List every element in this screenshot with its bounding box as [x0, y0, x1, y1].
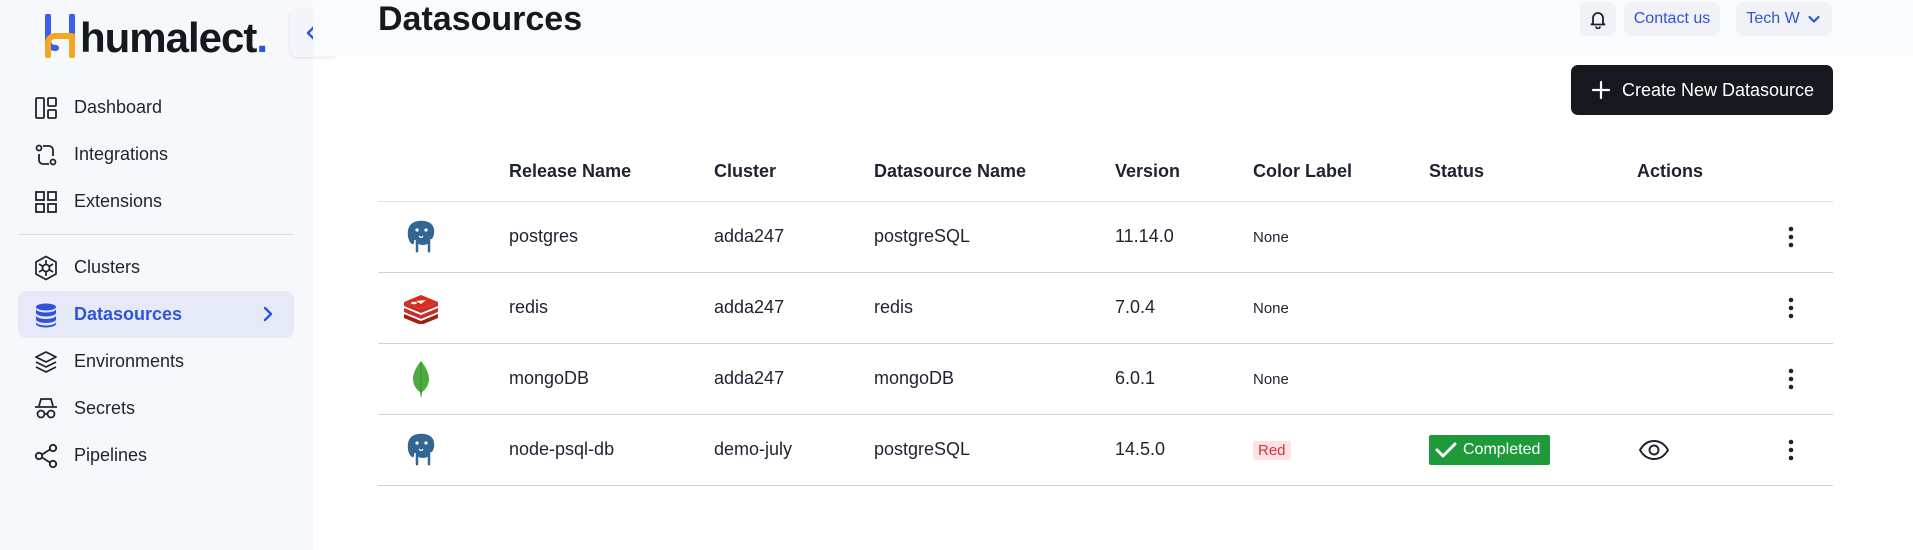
release-name: mongoDB [509, 368, 590, 388]
cluster-name: demo-july [714, 439, 793, 459]
status-text: Completed [1463, 441, 1541, 458]
sidebar-item-secrets[interactable]: Secrets [18, 385, 294, 432]
release-name: postgres [509, 226, 579, 246]
release-name: node-psql-db [509, 439, 615, 459]
sidebar-item-label: Dashboard [74, 97, 163, 117]
integrations-icon [33, 142, 59, 168]
postgres-logo-icon [402, 218, 440, 256]
checkmark-icon [1435, 442, 1457, 458]
sidebar-item-label: Datasources [74, 304, 183, 324]
create-datasource-button[interactable]: Create New Datasource [1571, 65, 1833, 115]
column-header-color-label[interactable]: Color Label [1253, 161, 1352, 182]
kebab-menu-icon [1788, 297, 1794, 319]
sidebar-item-label: Pipelines [74, 445, 148, 465]
version: 11.14.0 [1115, 226, 1174, 246]
column-header-datasource-name[interactable]: Datasource Name [874, 161, 1026, 182]
user-menu-button[interactable]: Tech W [1736, 2, 1832, 36]
cluster-name: adda247 [714, 297, 785, 317]
plus-icon [1591, 80, 1611, 100]
sidebar-item-label: Clusters [74, 257, 141, 277]
color-label: None [1253, 229, 1289, 246]
sidebar: humalect. Dashboard Integrations Extensi… [0, 0, 313, 550]
spy-icon [33, 396, 59, 422]
datasource-name: mongoDB [874, 368, 955, 388]
bell-icon [1590, 12, 1606, 29]
kebab-menu-icon [1788, 368, 1794, 390]
dashboard-icon [33, 95, 59, 121]
contact-us-button[interactable]: Contact us [1624, 2, 1720, 36]
version: 7.0.4 [1115, 297, 1156, 317]
version: 6.0.1 [1115, 368, 1156, 388]
sidebar-item-datasources[interactable]: Datasources [18, 291, 294, 338]
datasource-name: postgreSQL [874, 226, 971, 246]
column-header-release-name[interactable]: Release Name [509, 161, 631, 182]
sidebar-item-environments[interactable]: Environments [18, 338, 294, 385]
view-button[interactable] [1637, 437, 1671, 463]
table-row[interactable]: redis adda247 redis 7.0.4 None [378, 273, 1833, 344]
sidebar-item-label: Environments [74, 351, 185, 371]
share-icon [33, 443, 59, 469]
release-name: redis [509, 297, 549, 317]
cluster-name: adda247 [714, 226, 785, 246]
sidebar-item-clusters[interactable]: Clusters [18, 244, 294, 291]
datasources-table: Release Name Cluster Datasource Name Ver… [378, 143, 1833, 486]
user-name: Tech W [1746, 10, 1800, 27]
version: 14.5.0 [1115, 439, 1166, 459]
humalect-logo-icon [45, 14, 75, 58]
layers-icon [33, 349, 59, 375]
column-header-version[interactable]: Version [1115, 161, 1180, 182]
table-row[interactable]: node-psql-db demo-july postgreSQL 14.5.0… [378, 415, 1833, 486]
sidebar-item-label: Extensions [74, 191, 163, 211]
notifications-button[interactable] [1580, 2, 1616, 36]
column-header-cluster[interactable]: Cluster [714, 161, 776, 182]
brand-name: humalect [80, 14, 257, 61]
color-label: None [1253, 371, 1289, 388]
color-label: Red [1253, 441, 1291, 460]
mongodb-logo-icon [402, 360, 440, 398]
chevron-right-icon [258, 304, 278, 329]
column-header-actions: Actions [1637, 161, 1704, 181]
sidebar-item-label: Integrations [74, 144, 169, 164]
sidebar-nav: Dashboard Integrations Extensions Cluste… [18, 84, 294, 479]
row-menu-button[interactable] [1778, 364, 1804, 394]
color-label: None [1253, 300, 1289, 317]
status-badge: Completed [1429, 435, 1551, 465]
brand-logo[interactable]: humalect. [44, 12, 268, 61]
row-menu-button[interactable] [1778, 222, 1804, 252]
clusters-icon [33, 255, 59, 281]
sidebar-item-extensions[interactable]: Extensions [18, 178, 294, 225]
redis-logo-icon [402, 289, 440, 327]
page-title: Datasources [378, 0, 583, 38]
row-menu-button[interactable] [1778, 435, 1804, 465]
color-label-badge: Red [1253, 441, 1291, 460]
datasource-name: redis [874, 297, 914, 317]
sidebar-item-dashboard[interactable]: Dashboard [18, 84, 294, 131]
column-header-status[interactable]: Status [1429, 161, 1484, 182]
postgres-logo-icon [402, 431, 440, 469]
cluster-name: adda247 [714, 368, 785, 388]
database-icon [33, 302, 59, 328]
row-menu-button[interactable] [1778, 293, 1804, 323]
extensions-icon [33, 189, 59, 215]
datasource-name: postgreSQL [874, 439, 971, 459]
chevron-down-icon [1808, 15, 1820, 23]
kebab-menu-icon [1788, 226, 1794, 248]
create-button-label: Create New Datasource [1621, 79, 1815, 100]
kebab-menu-icon [1788, 439, 1794, 461]
brand-dot: . [256, 14, 268, 61]
sidebar-item-label: Secrets [74, 398, 136, 418]
sidebar-divider [18, 234, 294, 235]
eye-icon [1638, 440, 1670, 460]
table-row[interactable]: postgres adda247 postgreSQL 11.14.0 None [378, 202, 1833, 273]
sidebar-item-pipelines[interactable]: Pipelines [18, 432, 294, 479]
table-row[interactable]: mongoDB adda247 mongoDB 6.0.1 None [378, 344, 1833, 415]
sidebar-item-integrations[interactable]: Integrations [18, 131, 294, 178]
table-header: Release Name Cluster Datasource Name Ver… [378, 143, 1833, 202]
